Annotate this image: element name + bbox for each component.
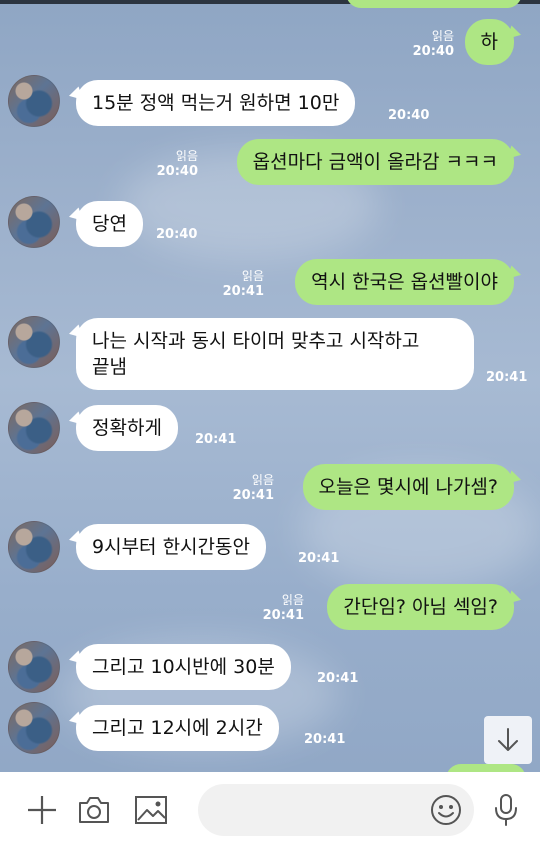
read-receipt: 읽음 <box>281 593 304 607</box>
message-meta: 읽음 20:41 <box>233 472 274 504</box>
outgoing-message[interactable]: 옵션마다 금액이 올라감 ㅋㅋㅋ <box>236 139 514 185</box>
microphone-icon <box>495 794 517 826</box>
incoming-message[interactable]: 정확하게 <box>76 405 178 451</box>
avatar[interactable] <box>8 641 60 693</box>
partial-message <box>346 0 522 8</box>
gallery-button[interactable] <box>130 790 172 830</box>
avatar[interactable] <box>8 702 60 754</box>
outgoing-message[interactable]: 역시 한국은 옵션빨이야 <box>295 259 514 305</box>
scroll-to-bottom-button[interactable] <box>484 716 532 764</box>
incoming-message[interactable]: 그리고 12시에 2시간 <box>76 705 279 751</box>
read-receipt: 읽음 <box>241 269 264 283</box>
read-receipt: 읽음 <box>251 473 274 487</box>
avatar[interactable] <box>8 316 60 368</box>
emoji-button[interactable] <box>426 790 466 830</box>
voice-button[interactable] <box>486 790 526 830</box>
message-time: 20:40 <box>156 227 198 242</box>
read-receipt: 읽음 <box>175 149 198 163</box>
message-time: 20:40 <box>412 44 454 59</box>
avatar[interactable] <box>8 75 60 127</box>
plus-icon <box>28 796 56 824</box>
message-meta: 읽음 20:40 <box>157 148 198 180</box>
message-time: 20:41 <box>232 488 274 503</box>
chat-area[interactable]: 읽음 20:40 하 15분 정액 먹는거 원하면 10만 20:40 읽음 2… <box>0 0 540 772</box>
incoming-message[interactable]: 나는 시작과 동시 타이머 맞추고 시작하고 끝냄 <box>76 318 474 390</box>
image-icon <box>135 796 167 824</box>
avatar[interactable] <box>8 521 60 573</box>
message-time: 20:41 <box>304 732 346 747</box>
incoming-message[interactable]: 그리고 10시반에 30분 <box>76 644 291 690</box>
message-time: 20:41 <box>222 284 264 299</box>
outgoing-message[interactable]: 하 <box>464 19 514 65</box>
message-time: 20:40 <box>388 108 430 123</box>
read-receipt: 읽음 <box>431 29 454 43</box>
outgoing-message[interactable]: 간단임? 아님 섹임? <box>327 584 514 630</box>
message-time: 20:41 <box>486 370 528 385</box>
message-time: 20:41 <box>298 551 340 566</box>
message-meta: 읽음 20:41 <box>223 268 264 300</box>
partial-message <box>446 764 526 772</box>
arrow-down-icon <box>498 728 518 751</box>
message-line: 나는 시작과 동시 타이머 맞추고 시작하고 <box>92 330 420 352</box>
add-button[interactable] <box>22 790 62 830</box>
incoming-message[interactable]: 9시부터 한시간동안 <box>76 524 266 570</box>
incoming-message[interactable]: 15분 정액 먹는거 원하면 10만 <box>76 80 356 126</box>
message-meta: 읽음 20:41 <box>263 592 304 624</box>
message-line: 끝냄 <box>92 356 127 378</box>
avatar[interactable] <box>8 402 60 454</box>
incoming-message[interactable]: 당연 <box>76 201 143 247</box>
message-time: 20:41 <box>195 432 237 447</box>
message-time: 20:41 <box>262 608 304 623</box>
message-time: 20:40 <box>156 164 198 179</box>
avatar[interactable] <box>8 196 60 248</box>
camera-icon <box>79 797 109 823</box>
message-time: 20:41 <box>317 671 359 686</box>
message-meta: 읽음 20:40 <box>413 28 454 60</box>
outgoing-message[interactable]: 오늘은 몇시에 나가셈? <box>302 464 514 510</box>
emoji-icon <box>431 795 461 825</box>
camera-button[interactable] <box>74 790 114 830</box>
